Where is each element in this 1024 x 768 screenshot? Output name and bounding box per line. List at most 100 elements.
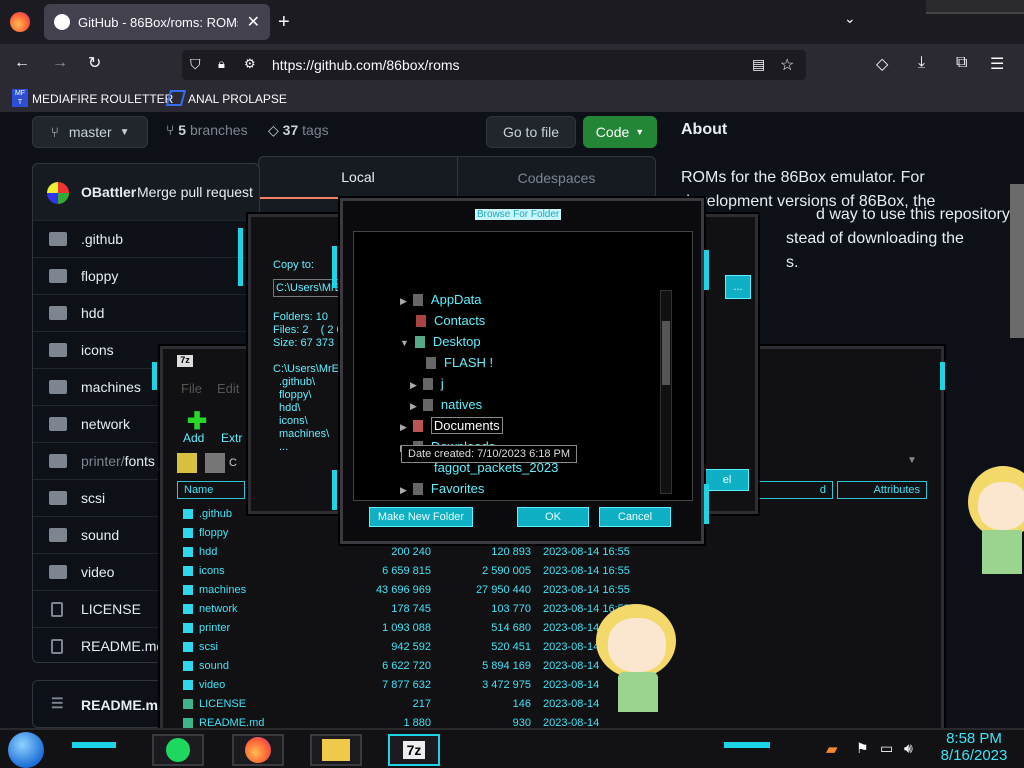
table-row[interactable]: machines 43 696 969 27 950 440 2023-08-14 1… <box>177 581 927 599</box>
page-scrollbar[interactable] <box>1010 184 1024 338</box>
bookmark-star-icon[interactable]: ☆ <box>780 55 794 75</box>
extract-button[interactable]: Extr <box>221 431 242 445</box>
path-dropdown-icon[interactable]: ▼ <box>907 455 925 471</box>
forward-icon[interactable]: → <box>52 54 68 72</box>
new-tab-icon[interactable]: + <box>278 11 290 34</box>
tree-item-flash[interactable]: FLASH ! <box>426 355 493 370</box>
tab-codespaces[interactable]: Codespaces <box>457 157 655 199</box>
tree-item-j[interactable]: ▶ j <box>410 376 444 391</box>
table-row[interactable]: printer 1 093 088 514 680 2023-08-14 16:55 <box>177 619 927 637</box>
reader-view-icon[interactable]: ▤ <box>752 56 765 73</box>
tree-item-natives[interactable]: ▶ natives <box>410 397 482 412</box>
mascot-face <box>608 618 666 672</box>
table-row[interactable]: hdd 200 240 120 893 2023-08-14 16:55 <box>177 543 927 561</box>
tags-link[interactable]: ◇ 37 tags <box>268 122 329 139</box>
tree-item-contacts[interactable]: Contacts <box>416 313 485 328</box>
folder-up-icon[interactable] <box>177 453 197 473</box>
file-name[interactable]: floppy <box>81 268 118 284</box>
file-name[interactable]: README.md <box>81 638 164 654</box>
code-button[interactable]: Code ▼ <box>583 116 657 148</box>
browse-button[interactable]: ... <box>725 275 751 299</box>
file-name[interactable]: printer/ <box>81 453 125 469</box>
taskbar-firefox[interactable] <box>232 734 284 766</box>
skin-accent <box>238 228 243 286</box>
taskbar-7zip[interactable]: 7z <box>388 734 440 766</box>
pocket-icon[interactable]: ◇ <box>876 54 888 74</box>
ok-button[interactable]: OK <box>517 507 589 527</box>
file-name[interactable]: icons <box>81 342 114 358</box>
file-name[interactable]: machines <box>81 379 141 395</box>
file-name-child[interactable]: fonts <box>125 453 155 469</box>
taskbar-accent <box>724 742 770 748</box>
bookmark-mediafire[interactable]: MEDIAFIRE ROULETTER <box>32 92 173 106</box>
add-button[interactable]: Add <box>183 431 204 445</box>
clock[interactable]: 8:58 PM 8/16/2023 <box>930 730 1018 764</box>
tree-item-appdata[interactable]: ▶ AppData <box>400 292 482 307</box>
column-name[interactable]: Name <box>177 481 245 499</box>
skin-accent <box>332 246 337 288</box>
file-name[interactable]: network <box>81 416 130 432</box>
go-to-file-button[interactable]: Go to file <box>486 116 576 148</box>
reload-icon[interactable]: ↻ <box>88 53 101 73</box>
branches-link[interactable]: ⑂ 5 branches <box>166 122 248 138</box>
permissions-icon[interactable]: ⚙ <box>244 56 256 72</box>
tree-scrollbar[interactable] <box>660 290 672 494</box>
folder-icon <box>183 585 193 595</box>
table-row[interactable]: icons 6 659 815 2 590 005 2023-08-14 16:55 <box>177 562 927 580</box>
file-name[interactable]: LICENSE <box>81 601 141 617</box>
bookmark-prolapse[interactable]: ANAL PROLAPSE <box>188 92 287 106</box>
menu-edit[interactable]: Edit <box>217 381 239 396</box>
back-icon[interactable]: ← <box>14 54 30 72</box>
make-new-folder-button[interactable]: Make New Folder <box>369 507 473 527</box>
file-name[interactable]: hdd <box>81 305 104 321</box>
copy-cancel-button[interactable]: el <box>705 469 749 491</box>
skin-accent <box>704 484 709 524</box>
menu-file[interactable]: File <box>181 381 202 396</box>
scrollbar-thumb[interactable] <box>662 321 670 385</box>
tree-item-documents[interactable]: ▶ Documents <box>400 417 503 434</box>
lock-icon[interactable]: 🔒︎ <box>218 56 225 72</box>
file-name[interactable]: .github <box>81 231 123 247</box>
table-row[interactable]: LICENSE 217 146 2023-08-14 <box>177 695 927 713</box>
folder-icon <box>183 509 193 519</box>
firefox-icon[interactable] <box>10 12 30 32</box>
flag-icon[interactable]: ⚑ <box>856 740 869 757</box>
shield-icon[interactable]: ⛉ <box>190 56 201 73</box>
network-icon[interactable]: ▭ <box>880 740 893 757</box>
table-row[interactable]: video 7 877 632 3 472 975 2023-08-14 <box>177 676 927 694</box>
list-icon[interactable]: ☰ <box>51 695 64 712</box>
tab-local[interactable]: Local <box>259 157 457 199</box>
volume-icon[interactable]: 🔊︎ <box>904 740 913 757</box>
tree-item-desktop[interactable]: ▼ Desktop <box>400 334 481 349</box>
tree-item-favorites[interactable]: ▶ Favorites <box>400 481 484 496</box>
column-attributes[interactable]: Attributes <box>837 481 927 499</box>
file-name[interactable]: video <box>81 564 114 580</box>
column-date[interactable]: d <box>747 481 833 499</box>
table-row[interactable]: network 178 745 103 770 2023-08-14 16:55 <box>177 600 927 618</box>
branch-select[interactable]: ⑂ master ▼ <box>32 116 148 148</box>
table-row[interactable]: scsi 942 592 520 451 2023-08-14 <box>177 638 927 656</box>
tab-list-chevron-icon[interactable]: ⌄ <box>844 10 856 27</box>
list-item[interactable]: floppy <box>33 257 261 294</box>
path-line: machines\ <box>279 428 330 440</box>
menu-icon[interactable]: ☰ <box>990 54 1004 74</box>
close-tab-icon[interactable]: ✕ <box>247 12 260 32</box>
table-row[interactable]: sound 6 622 720 5 894 169 2023-08-14 <box>177 657 927 675</box>
taskbar-explorer[interactable] <box>310 734 362 766</box>
extensions-icon[interactable]: ⧉ <box>956 54 967 72</box>
url-text[interactable]: https://github.com/86box/roms <box>272 57 460 73</box>
cancel-button[interactable]: Cancel <box>599 507 671 527</box>
browser-tab[interactable]: GitHub - 86Box/roms: ROMs for the 86Box … <box>44 4 270 40</box>
readme-title[interactable]: README.md <box>81 697 167 713</box>
tray-app-icon[interactable]: ▰ <box>826 740 838 758</box>
list-item[interactable]: .github <box>33 220 261 257</box>
path-text[interactable]: C <box>229 457 237 469</box>
list-item[interactable]: hdd <box>33 294 261 331</box>
start-orb-icon[interactable] <box>8 732 44 768</box>
url-bar[interactable]: ⛉ 🔒︎ ⚙ https://github.com/86box/roms ▤ ☆ <box>182 50 806 80</box>
taskbar-spotify[interactable] <box>152 734 204 766</box>
file-name[interactable]: scsi <box>81 490 105 506</box>
file-name[interactable]: sound <box>81 527 119 543</box>
downloads-icon[interactable]: ⤓ <box>918 54 925 72</box>
mascot-dress <box>618 672 658 712</box>
